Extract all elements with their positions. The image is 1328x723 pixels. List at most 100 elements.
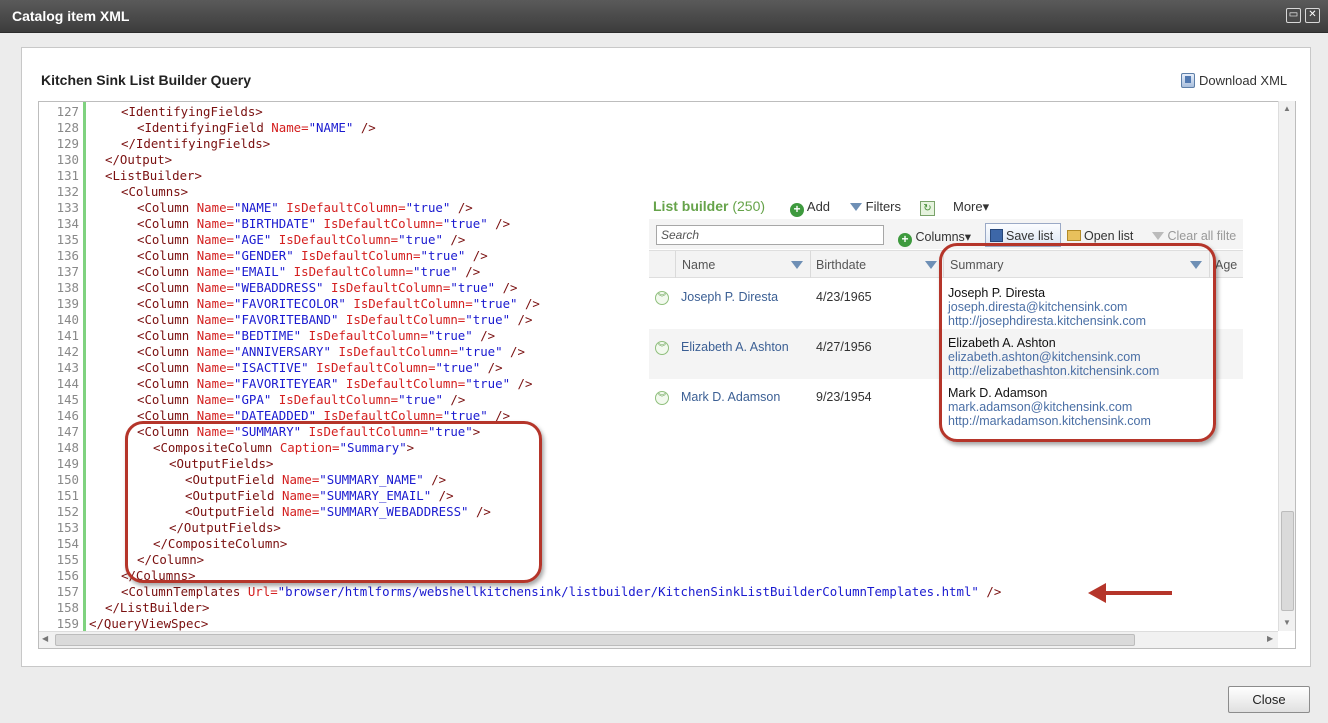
xml-attribute: IsDefaultColumn=: [286, 264, 414, 279]
code-text: <IdentifyingField Name="NAME" />: [79, 120, 376, 136]
composite-column-highlight: [125, 421, 542, 583]
download-xml-label: Download XML: [1199, 73, 1288, 88]
line-number: 152: [56, 504, 79, 519]
row-birthdate: 9/23/1954: [816, 390, 872, 404]
save-list-label-wrap[interactable]: Save list: [990, 229, 1053, 243]
xml-attribute: Name=: [196, 216, 234, 231]
maximize-icon[interactable]: ▭: [1286, 8, 1301, 23]
line-number: 148: [56, 440, 79, 455]
row-name[interactable]: Mark D. Adamson: [681, 390, 780, 404]
clear-filters-label: Clear all filte: [1167, 229, 1237, 243]
xml-value: "NAME": [308, 120, 354, 135]
more-menu[interactable]: More▾: [953, 199, 989, 215]
code-text: <ColumnTemplates Url="browser/htmlforms/…: [79, 584, 1001, 600]
xml-attribute: IsDefaultColumn=: [345, 296, 473, 311]
row-name[interactable]: Elizabeth A. Ashton: [681, 340, 789, 354]
expand-icon[interactable]: ︾: [655, 291, 669, 305]
vertical-scroll-thumb[interactable]: [1281, 511, 1294, 611]
code-text: <Column Name="BEDTIME" IsDefaultColumn="…: [79, 328, 495, 344]
xml-attribute: IsDefaultColumn=: [338, 376, 466, 391]
filters-button[interactable]: Filters: [850, 199, 901, 214]
search-input[interactable]: Search: [656, 225, 884, 245]
xml-attribute: IsDefaultColumn=: [330, 344, 458, 359]
xml-value: "true": [420, 248, 466, 263]
add-icon: +: [790, 203, 804, 217]
line-number: 143: [56, 360, 79, 375]
xml-tag: <ListBuilder>: [105, 168, 202, 183]
xml-tag: />: [495, 280, 518, 295]
add-label: Add: [806, 199, 831, 214]
code-text: <Columns>: [79, 184, 188, 200]
line-number: 149: [56, 456, 79, 471]
code-text: </Output>: [79, 152, 172, 168]
xml-value: "true": [465, 312, 511, 327]
refresh-button[interactable]: ↻: [920, 199, 935, 216]
scroll-down-icon[interactable]: ▼: [1283, 618, 1291, 627]
code-text: <Column Name="AGE" IsDefaultColumn="true…: [79, 232, 465, 248]
list-builder-title: List builder (250): [653, 198, 765, 214]
close-button[interactable]: Close: [1228, 686, 1310, 713]
clear-filters-button[interactable]: Clear all filte: [1152, 229, 1236, 243]
xml-tag: <Column: [137, 296, 197, 311]
xml-file-icon: [1181, 73, 1195, 88]
scroll-up-icon[interactable]: ▲: [1283, 104, 1291, 113]
line-number: 135: [56, 232, 79, 247]
code-text: <Column Name="ISACTIVE" IsDefaultColumn=…: [79, 360, 503, 376]
xml-value: "ISACTIVE": [234, 360, 309, 375]
row-name[interactable]: Joseph P. Diresta: [681, 290, 778, 304]
xml-attribute: Name=: [196, 328, 234, 343]
column-separator: [675, 251, 676, 278]
arrow-icon: [1088, 583, 1172, 603]
xml-attribute: IsDefaultColumn=: [271, 232, 399, 247]
xml-tag: />: [978, 584, 1002, 599]
add-button[interactable]: + Add: [790, 199, 830, 217]
line-number: 134: [56, 216, 79, 231]
xml-tag: />: [487, 216, 511, 231]
open-list-button[interactable]: Open list: [1067, 229, 1133, 243]
line-number: 139: [56, 296, 79, 311]
xml-tag: <IdentifyingField: [137, 120, 272, 135]
xml-attribute: Url=: [247, 584, 278, 599]
header-age[interactable]: Age: [1215, 258, 1237, 272]
xml-value: "true": [472, 296, 518, 311]
header-birthdate[interactable]: Birthdate: [816, 258, 866, 272]
code-text: <Column Name="NAME" IsDefaultColumn="tru…: [79, 200, 473, 216]
line-number: 153: [56, 520, 79, 535]
xml-value: "AGE": [234, 232, 272, 247]
scroll-right-icon[interactable]: ▶: [1267, 634, 1273, 643]
xml-attribute: Name=: [196, 200, 234, 215]
code-text: <Column Name="FAVORITEYEAR" IsDefaultCol…: [79, 376, 532, 392]
code-text: <Column Name="FAVORITECOLOR" IsDefaultCo…: [79, 296, 540, 312]
vertical-scrollbar[interactable]: ▲ ▼: [1278, 101, 1295, 631]
line-number: 158: [56, 600, 79, 615]
horizontal-scroll-thumb[interactable]: [55, 634, 1135, 646]
xml-tag: </IdentifyingFields>: [121, 136, 271, 151]
line-number: 151: [56, 488, 79, 503]
download-xml-link[interactable]: Download XML: [1181, 73, 1287, 88]
filter-icon: [850, 203, 862, 211]
xml-tag: />: [442, 232, 466, 247]
window-title-bar: Catalog item XML ▭ ✕: [0, 0, 1328, 33]
xml-value: "true": [435, 360, 481, 375]
code-line: 129 </IdentifyingFields>: [39, 136, 1001, 152]
xml-attribute: Name=: [196, 232, 234, 247]
xml-tag: />: [510, 376, 533, 391]
scroll-left-icon[interactable]: ◀: [42, 634, 48, 643]
xml-value: "true": [465, 376, 511, 391]
close-icon[interactable]: ✕: [1305, 8, 1320, 23]
header-name[interactable]: Name: [682, 258, 715, 272]
line-number: 130: [56, 152, 79, 167]
expand-icon[interactable]: ︾: [655, 341, 669, 355]
xml-attribute: Name=: [196, 344, 234, 359]
expand-icon[interactable]: ︾: [655, 391, 669, 405]
birthdate-filter-icon[interactable]: [925, 258, 937, 272]
xml-attribute: IsDefaultColumn=: [278, 200, 406, 215]
name-filter-icon[interactable]: [791, 258, 803, 272]
row-birthdate: 4/23/1965: [816, 290, 872, 304]
xml-tag: <Columns>: [121, 184, 189, 199]
xml-tag: />: [450, 200, 473, 215]
xml-attribute: Name=: [196, 360, 234, 375]
horizontal-scrollbar[interactable]: ◀ ▶: [39, 631, 1278, 648]
line-number: 155: [56, 552, 79, 567]
clear-filter-icon: [1152, 232, 1164, 240]
